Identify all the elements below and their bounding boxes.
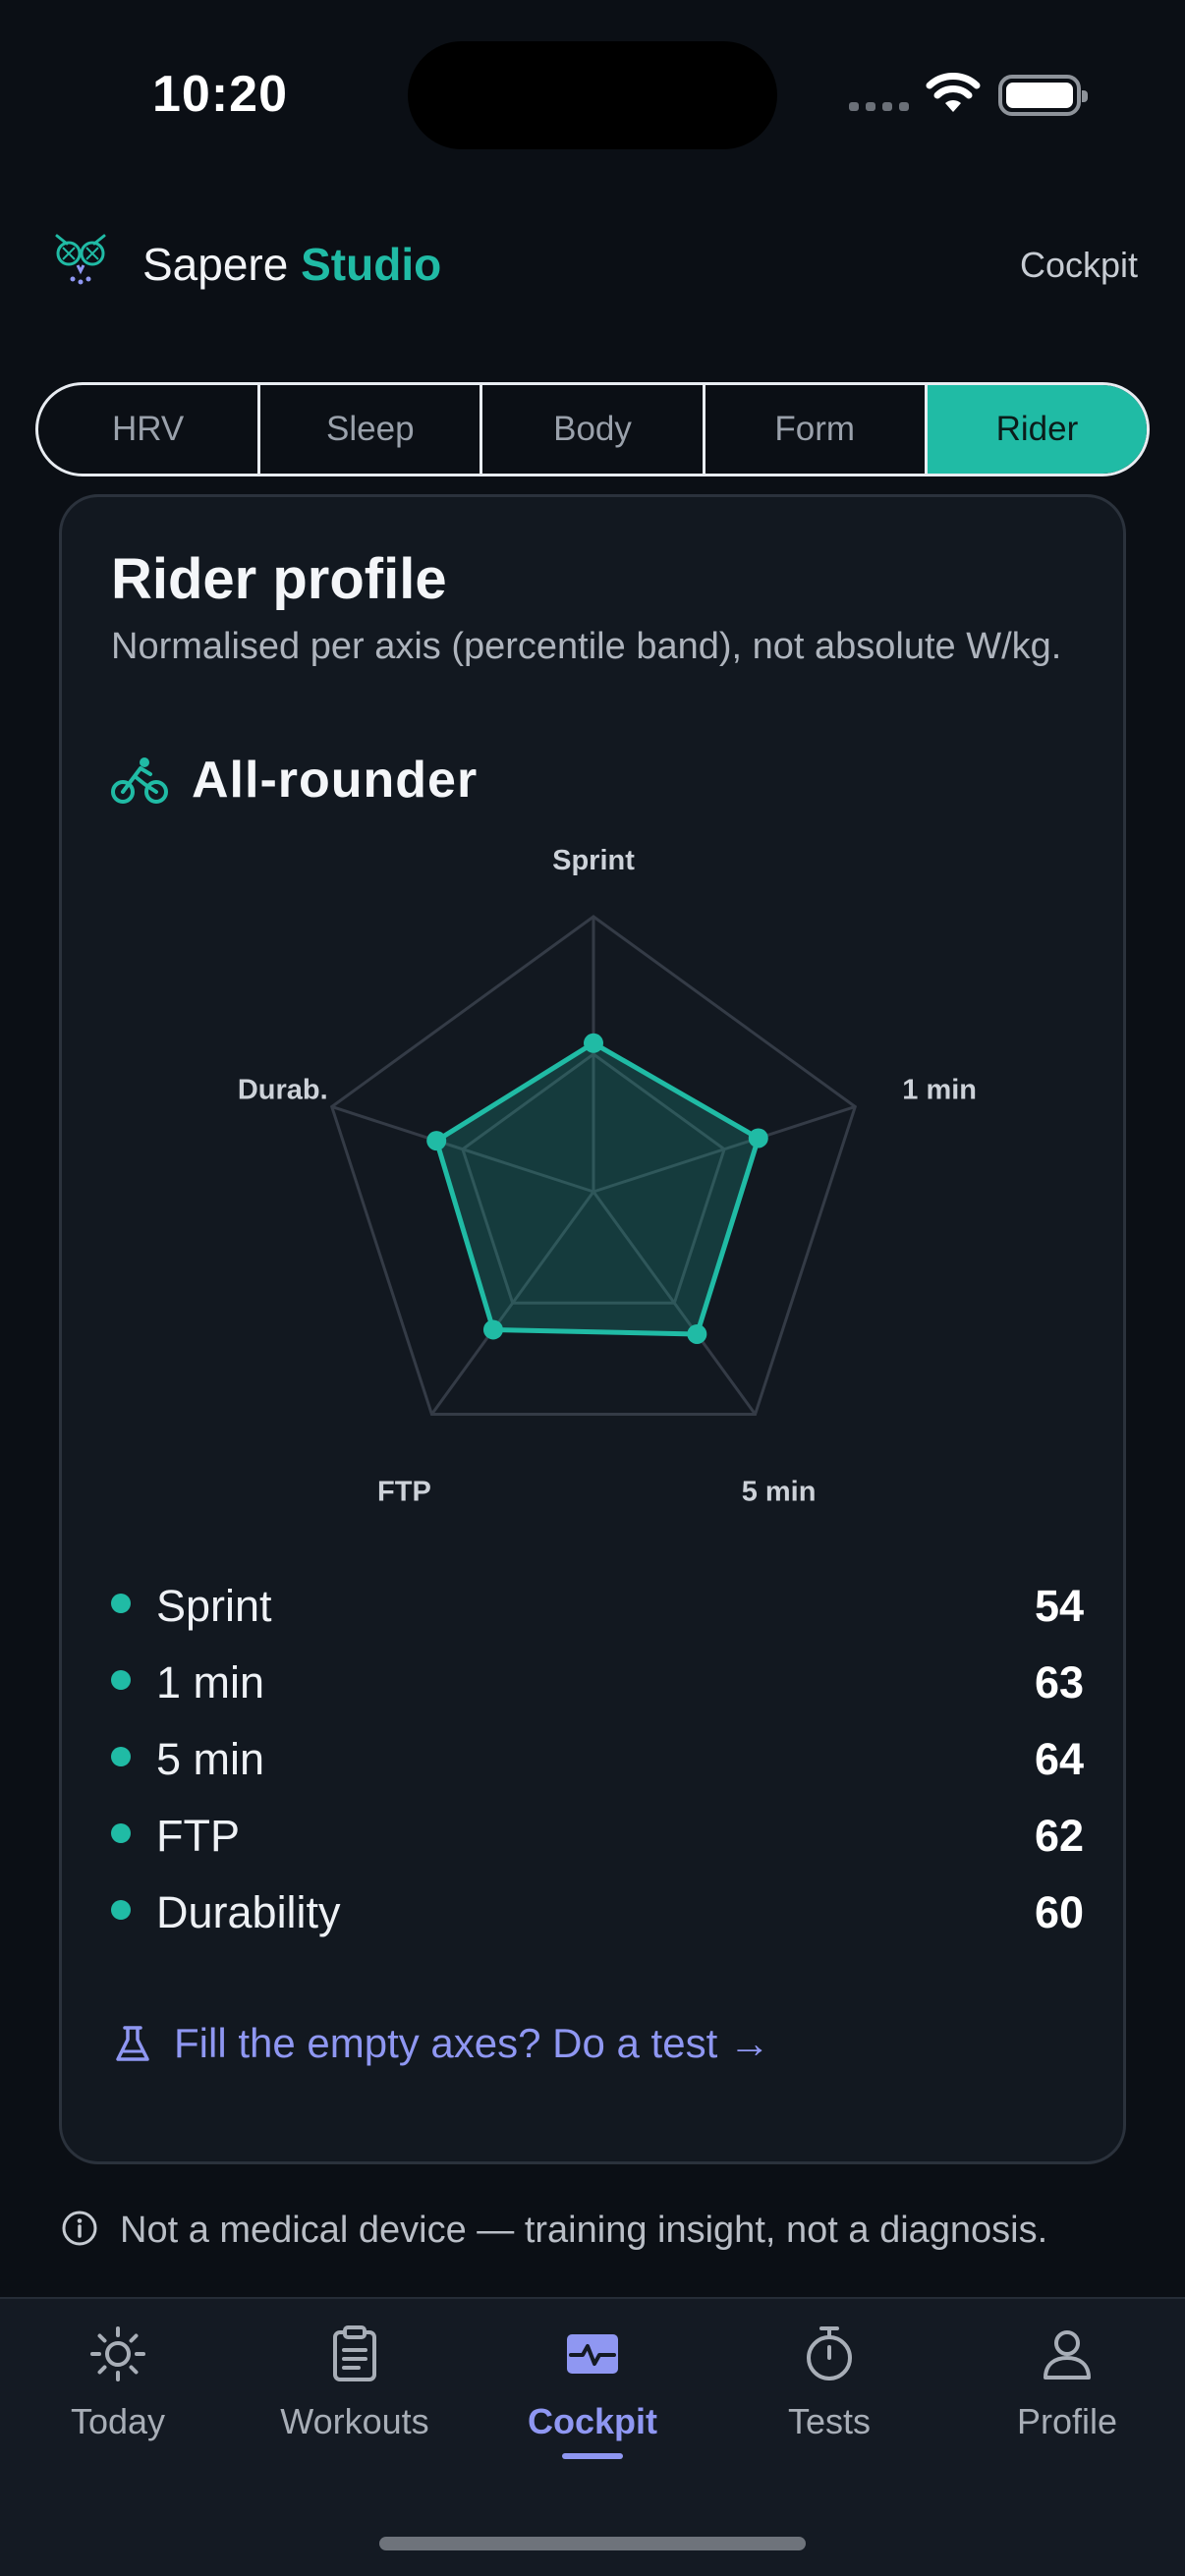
radar-point xyxy=(426,1131,447,1151)
sun-icon xyxy=(90,2326,145,2381)
tab-hrv[interactable]: HRV xyxy=(38,385,261,474)
nav-label: Cockpit xyxy=(527,2401,657,2441)
nav-label: Tests xyxy=(787,2401,872,2441)
metric-dot xyxy=(111,1900,131,1920)
battery-icon xyxy=(998,75,1088,116)
brand-name-primary: Sapere xyxy=(142,239,289,290)
metric-value: 60 xyxy=(1034,1887,1084,1937)
metric-name: 1 min xyxy=(156,1657,265,1708)
radar-axis-label: 5 min xyxy=(742,1477,817,1508)
person-icon xyxy=(1044,2330,1091,2380)
radar-axis-label: Sprint xyxy=(552,845,635,876)
radar-axis-label: Durab. xyxy=(238,1074,328,1105)
tab-rider[interactable]: Rider xyxy=(927,385,1147,474)
home-indicator xyxy=(379,2537,806,2550)
rider-profile-card: Rider profile Normalised per axis (perce… xyxy=(59,494,1126,2164)
do-a-test-link[interactable]: Fill the empty axes? Do a test → xyxy=(111,2020,770,2067)
nav-label: Today xyxy=(70,2401,166,2441)
metric-row-ftp: FTP 62 xyxy=(111,1798,1084,1875)
nav-label: Profile xyxy=(1016,2401,1118,2441)
nav-workouts[interactable]: Workouts xyxy=(237,2323,473,2442)
metric-dot xyxy=(111,1823,131,1843)
bottom-nav: Today Workouts Cockpit Tests Profile xyxy=(0,2297,1185,2576)
dynamic-island xyxy=(408,41,777,149)
metric-row-sprint: Sprint 54 xyxy=(111,1568,1084,1645)
cockpit-link[interactable]: Cockpit xyxy=(1020,245,1138,286)
metric-row-5-min: 5 min 64 xyxy=(111,1721,1084,1798)
tab-sleep[interactable]: Sleep xyxy=(260,385,483,474)
metric-value: 64 xyxy=(1034,1734,1084,1784)
metric-value: 62 xyxy=(1034,1811,1084,1861)
status-time: 10:20 xyxy=(152,66,288,123)
brand-name-accent: Studio xyxy=(301,239,442,290)
metric-row-1-min: 1 min 63 xyxy=(111,1645,1084,1721)
tab-body[interactable]: Body xyxy=(482,385,705,474)
radar-axis-label: FTP xyxy=(377,1477,431,1508)
metrics-list: Sprint 54 1 min 63 5 min 64 FTP 62 Durab… xyxy=(111,1568,1084,1951)
info-icon xyxy=(62,2211,97,2246)
stopwatch-icon xyxy=(807,2326,852,2380)
metric-dot xyxy=(111,1670,131,1690)
nav-today[interactable]: Today xyxy=(0,2323,236,2442)
clipboard-icon xyxy=(333,2325,376,2381)
segmented-tabs: HRV Sleep Body Form Rider xyxy=(35,382,1150,476)
radar-point xyxy=(584,1033,603,1053)
nav-label: Workouts xyxy=(280,2401,429,2441)
brand-name: Sapere Studio xyxy=(142,238,441,291)
metric-name: 5 min xyxy=(156,1734,265,1784)
activity-icon xyxy=(567,2334,618,2374)
tab-form[interactable]: Form xyxy=(705,385,928,474)
radar-point xyxy=(748,1128,768,1148)
metric-row-durability: Durability 60 xyxy=(111,1875,1084,1951)
metric-dot xyxy=(111,1747,131,1766)
flask-icon xyxy=(116,2026,149,2061)
disclaimer-text: Not a medical device — training insight,… xyxy=(120,2210,1048,2251)
nav-active-indicator xyxy=(562,2453,623,2459)
radar-area xyxy=(433,1040,762,1337)
do-a-test-label: Fill the empty axes? Do a test → xyxy=(174,2020,770,2066)
metric-name: FTP xyxy=(156,1811,240,1861)
cellular-signal-icon xyxy=(849,102,909,111)
radar-axis-label: 1 min xyxy=(902,1074,977,1105)
radar-point xyxy=(687,1323,707,1344)
metric-name: Sprint xyxy=(156,1581,272,1631)
metric-name: Durability xyxy=(156,1887,341,1937)
nav-tests[interactable]: Tests xyxy=(711,2323,947,2442)
screen: 10:20 Sapere Studio Cockpit HRV Sleep Bo… xyxy=(0,0,1185,2576)
disclaimer: Not a medical device — training insight,… xyxy=(61,2204,1122,2257)
radar-point xyxy=(482,1319,503,1340)
nav-profile[interactable]: Profile xyxy=(949,2323,1185,2442)
metric-value: 63 xyxy=(1034,1657,1084,1708)
radar-chart: Sprint 1 min 5 min FTP Durab. xyxy=(238,845,977,1508)
metric-value: 54 xyxy=(1034,1581,1084,1631)
owl-logo-icon xyxy=(55,234,106,285)
nav-cockpit[interactable]: Cockpit xyxy=(475,2323,710,2442)
wifi-icon xyxy=(926,73,981,112)
metric-dot xyxy=(111,1594,131,1613)
